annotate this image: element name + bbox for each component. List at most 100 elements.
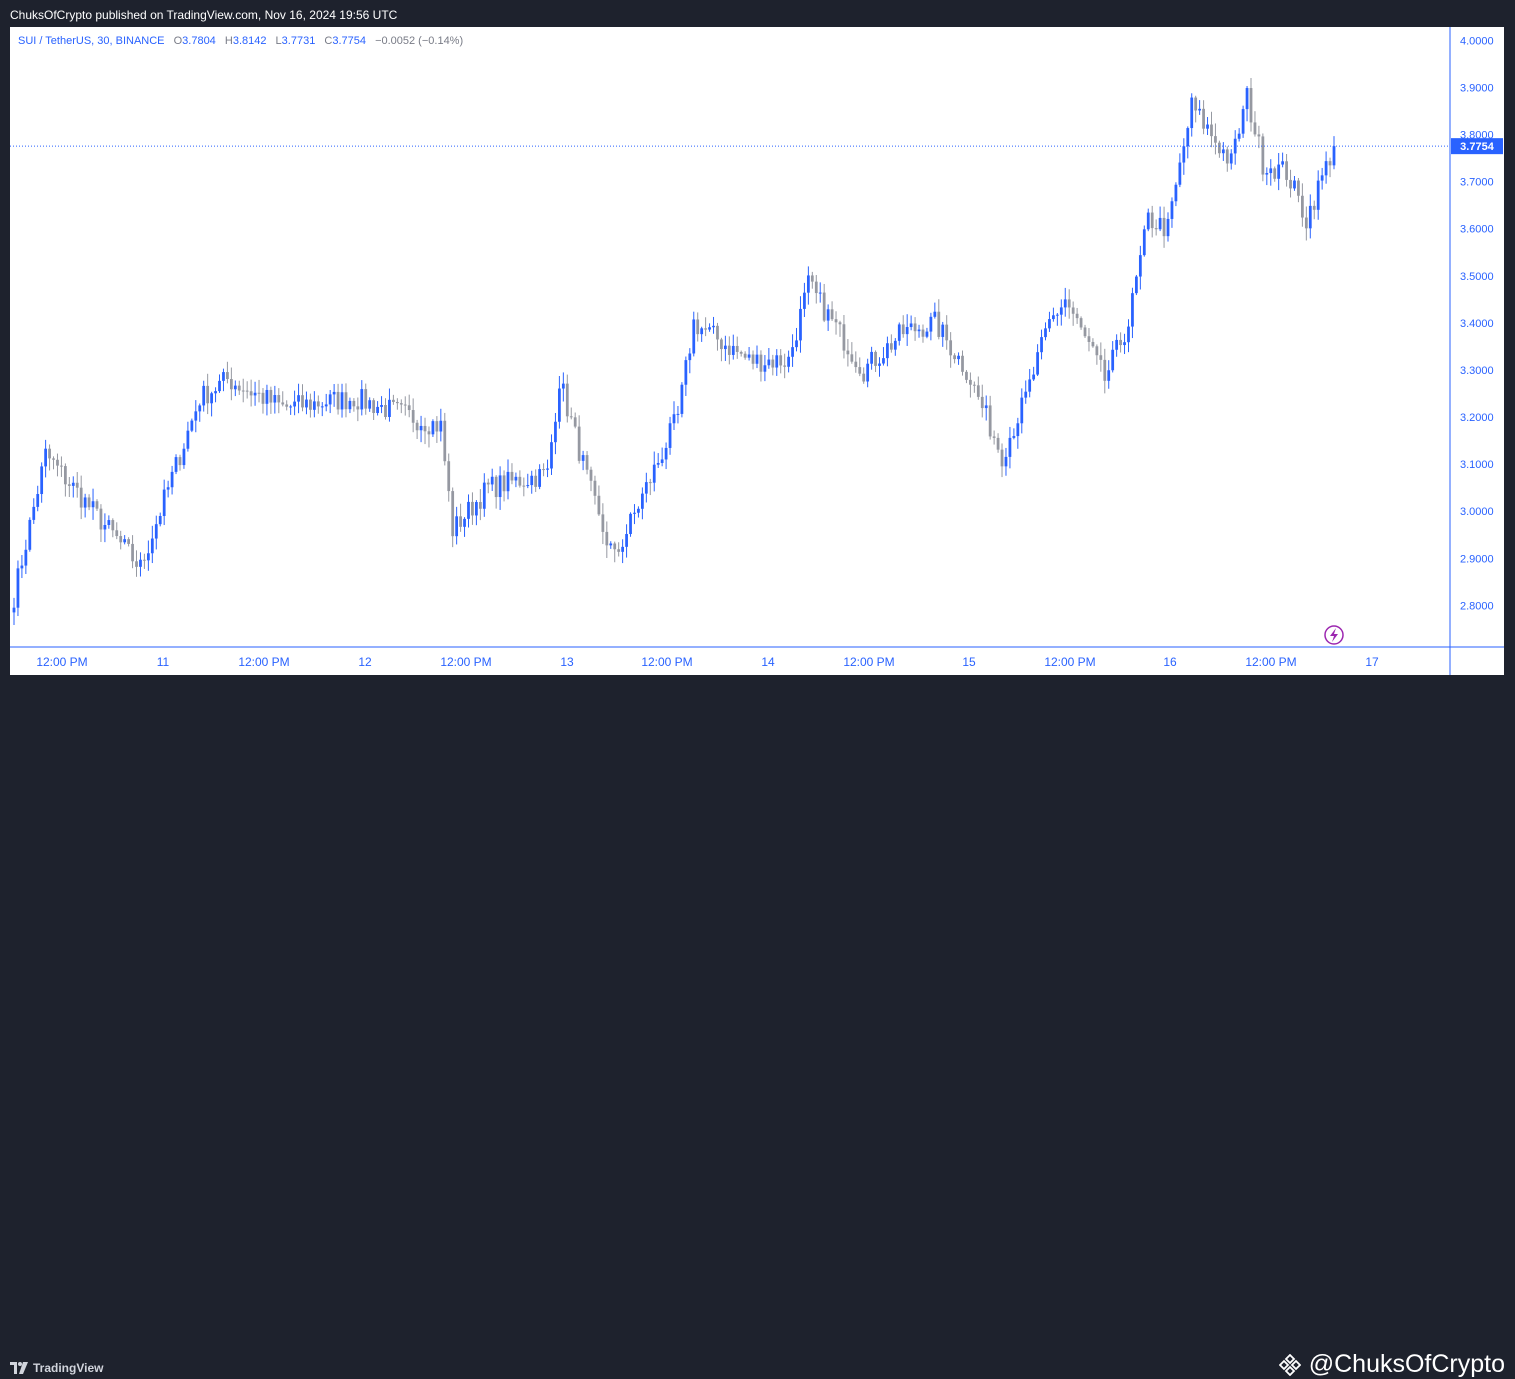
candle-body (1265, 173, 1269, 175)
candlestick-chart[interactable]: 3.7754 4.0000 3.9000 3.8000 3.7000 3.6000 3.5… (10, 27, 1504, 675)
candle-body (1225, 149, 1229, 164)
candle-body (1249, 88, 1253, 123)
candle-body (1087, 336, 1091, 342)
last-price-label: 3.7754 (1460, 141, 1495, 153)
candle-body (162, 489, 166, 517)
candle-body (1138, 255, 1142, 277)
last-price-line: 3.7754 (10, 138, 1503, 155)
candle-body (779, 355, 783, 366)
candle-body (581, 455, 585, 461)
candle-body (751, 354, 755, 364)
candle-body (759, 354, 763, 372)
candle-body (897, 324, 901, 341)
candle-body (1190, 97, 1194, 129)
candle-body (874, 351, 877, 366)
candle-body (182, 448, 186, 466)
candle-body (1241, 109, 1245, 134)
candle-body (277, 395, 281, 403)
candle-body (44, 448, 47, 467)
candle-body (522, 485, 526, 487)
candle-body (609, 543, 613, 546)
candle-body (882, 358, 885, 364)
candle-body (111, 520, 115, 531)
candle-body (664, 447, 668, 460)
binance-diamond-icon (1278, 1353, 1301, 1376)
candle-body (1048, 319, 1051, 329)
candle-body (565, 383, 569, 417)
price-tick-label: 3.0000 (1460, 506, 1494, 518)
candle-body (305, 399, 308, 408)
candle-body (1127, 326, 1130, 343)
candle-body (435, 421, 439, 432)
candle-body (336, 391, 340, 410)
candle-body (340, 392, 344, 410)
candle-body (1194, 97, 1198, 111)
candle-body (1316, 180, 1320, 210)
candle-body (301, 395, 304, 408)
candle-body (174, 457, 178, 472)
candle-body (660, 459, 664, 463)
candle-body (407, 405, 411, 411)
candle-body (241, 390, 245, 392)
candle-body (233, 385, 237, 390)
candle-body (154, 524, 158, 539)
candle-body (1332, 146, 1336, 166)
candle-body (814, 281, 818, 294)
candle-body (289, 406, 293, 408)
candle-body (613, 543, 617, 550)
candle-body (324, 404, 328, 407)
candle-body (743, 353, 747, 358)
candle-body (194, 411, 198, 421)
candle-body (775, 355, 779, 368)
price-tick-label: 3.2000 (1460, 412, 1494, 424)
candle-body (771, 359, 775, 368)
candle-body (783, 365, 787, 367)
candle-body (214, 391, 217, 394)
candle-body (625, 534, 628, 547)
candle-body (929, 316, 933, 332)
candle-body (419, 425, 423, 431)
candle-body (1016, 423, 1020, 437)
candle-body (988, 405, 992, 437)
candle-body (1083, 327, 1087, 337)
published-text: ChuksOfCrypto published on TradingView.c… (10, 8, 398, 22)
candle-body (202, 385, 206, 406)
symbol-label[interactable]: SUI / TetherUS, 30, BINANCE (18, 35, 165, 47)
candle-body (1186, 128, 1190, 147)
candle-body (949, 340, 953, 356)
candle-body (1131, 293, 1134, 327)
low-value: 3.7731 (281, 35, 316, 47)
candle-body (980, 396, 984, 409)
candle-body (312, 401, 316, 410)
top-bar: ChuksOfCrypto published on TradingView.c… (0, 0, 1515, 27)
candle-body (546, 468, 549, 470)
candle-body (237, 385, 241, 391)
candle-body (826, 309, 830, 321)
candle-body (210, 393, 213, 404)
candle-body (704, 328, 707, 330)
candle-body (554, 421, 557, 443)
candle-body (755, 354, 759, 364)
candle-body (1214, 136, 1217, 143)
candle-body (352, 400, 356, 407)
candle-body (1079, 318, 1083, 328)
candle-body (107, 520, 111, 526)
candle-body (24, 549, 28, 566)
candle-body (87, 497, 91, 508)
candle-body (925, 331, 929, 337)
price-tick-label: 3.9000 (1460, 82, 1494, 94)
time-axis[interactable]: 12:00 PM 11 12:00 PM 12 12:00 PM 13 12:00 PM 14… (36, 655, 1379, 669)
candle-body (1032, 374, 1036, 380)
candle-body (494, 476, 498, 498)
candle-body (384, 405, 387, 417)
lightning-icon[interactable] (1324, 625, 1344, 645)
candle-body (52, 458, 55, 460)
candle-body (842, 324, 846, 351)
tradingview-brand[interactable]: TradingView (10, 1361, 103, 1375)
time-tick-label: 15 (962, 655, 976, 669)
candle-body (1095, 346, 1099, 356)
price-axis[interactable]: 4.0000 3.9000 3.8000 3.7000 3.6000 3.5000 3.40… (1460, 35, 1494, 612)
candle-body (893, 340, 897, 350)
candle-body (348, 400, 352, 410)
candle-body (1312, 205, 1316, 210)
